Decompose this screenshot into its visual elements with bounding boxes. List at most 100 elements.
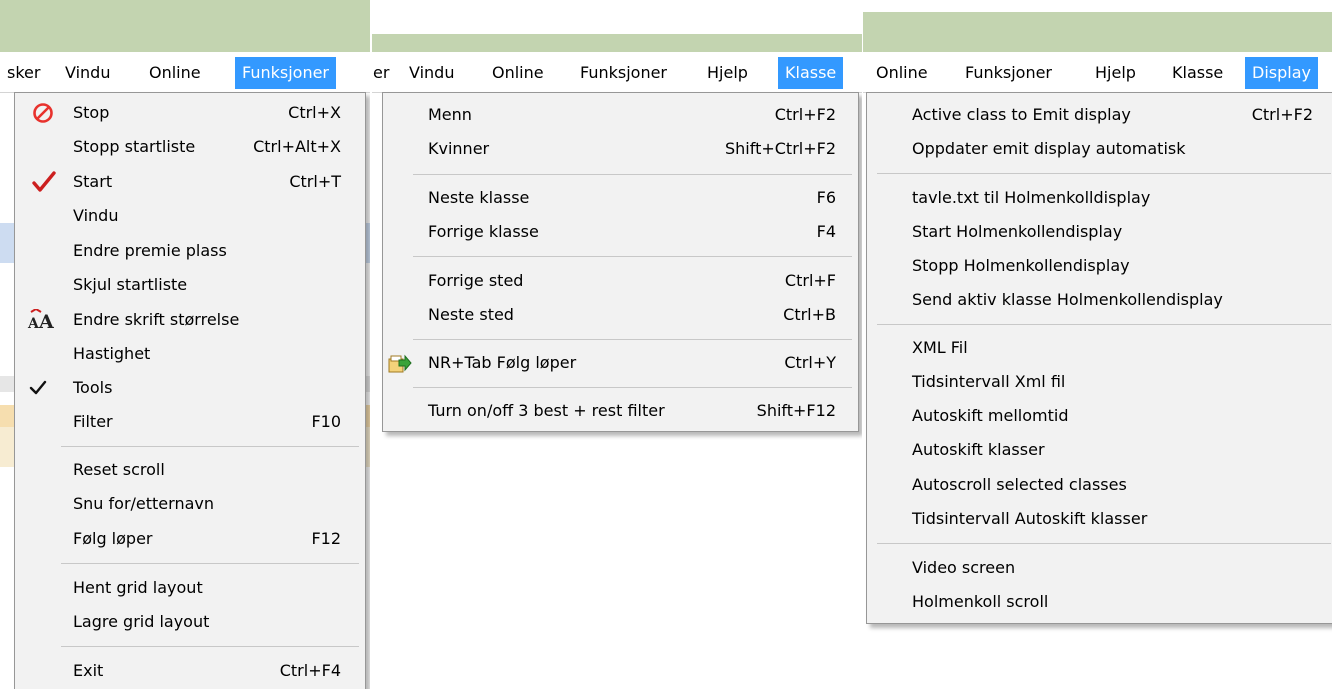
menu-item-tavle-txt[interactable]: tavle.txt til Holmenkolldisplay [867, 181, 1332, 215]
menu-item-autoskift-mellomtid[interactable]: Autoskift mellomtid [867, 399, 1332, 433]
menu-item-folg-loper[interactable]: Følg løper F12 [15, 522, 365, 556]
menu-item-shortcut: Ctrl+X [288, 103, 341, 122]
menu-item-endre-skrift-storrelse[interactable]: A A Endre skrift størrelse [15, 303, 365, 337]
menu-item-forrige-sted[interactable]: Forrige sted Ctrl+F [383, 264, 858, 298]
menu-item-label: Forrige klasse [428, 222, 539, 241]
menu-funksjoner[interactable]: Funksjoner [958, 57, 1059, 89]
menu-item-tools[interactable]: Tools [15, 371, 365, 405]
menu-item-label: tavle.txt til Holmenkolldisplay [912, 188, 1151, 207]
menu-item-shortcut: F10 [311, 412, 341, 431]
menu-item-neste-sted[interactable]: Neste sted Ctrl+B [383, 298, 858, 332]
menu-separator [413, 339, 852, 340]
menu-item-label: Send aktiv klasse Holmenkollendisplay [912, 290, 1223, 309]
menu-klasse[interactable]: Klasse [1165, 57, 1230, 89]
menu-item-tidsintervall-xml-fil[interactable]: Tidsintervall Xml fil [867, 365, 1332, 399]
menu-online[interactable]: Online [142, 57, 208, 89]
menu-item-autoskift-klasser[interactable]: Autoskift klasser [867, 433, 1332, 467]
menu-item-label: Active class to Emit display [912, 105, 1131, 124]
menu-item-label: Filter [73, 412, 113, 431]
window-title-bar [863, 12, 1332, 52]
follow-runner-icon [388, 354, 412, 373]
menu-online[interactable]: Online [869, 57, 935, 89]
menu-item-label: Tidsintervall Autoskift klasser [912, 509, 1148, 528]
menu-funksjoner[interactable]: Funksjoner [235, 57, 337, 89]
menu-item-shortcut: Ctrl+Y [784, 353, 836, 372]
menu-item-label: Video screen [912, 558, 1016, 577]
menu-item-stop[interactable]: Stop Ctrl+X [15, 96, 365, 130]
menu-item-shortcut: Shift+F12 [756, 401, 836, 420]
menu-separator [413, 174, 852, 175]
menu-display[interactable]: Display [1245, 57, 1318, 89]
menu-separator [61, 446, 359, 447]
menu-item-forrige-klasse[interactable]: Forrige klasse F4 [383, 215, 858, 249]
menu-item-label: Lagre grid layout [73, 612, 210, 631]
menu-item-reset-scroll[interactable]: Reset scroll [15, 453, 365, 487]
menu-item-label: Turn on/off 3 best + rest filter [428, 401, 665, 420]
menu-klasse[interactable]: Klasse [778, 57, 844, 89]
menu-item-active-class-to-emit[interactable]: Active class to Emit display Ctrl+F2 [867, 98, 1332, 132]
menu-item-hent-grid-layout[interactable]: Hent grid layout [15, 571, 365, 605]
menu-item-shortcut: Ctrl+F2 [774, 105, 836, 124]
menu-item-snu-for-etternavn[interactable]: Snu for/etternavn [15, 487, 365, 521]
menu-item-label: Exit [73, 661, 104, 680]
menu-item-shortcut: F12 [311, 529, 341, 548]
menu-bar: Online Funksjoner Hjelp Klasse Display [863, 52, 1332, 93]
menu-item-label: Følg løper [73, 529, 153, 548]
menu-item-tidsintervall-autoskift[interactable]: Tidsintervall Autoskift klasser [867, 502, 1332, 536]
menu-item-label: Forrige sted [428, 271, 524, 290]
menu-item-nr-tab-folg-loper[interactable]: NR+Tab Følg løper Ctrl+Y [383, 346, 858, 380]
menu-item-start-holmenkollendisplay[interactable]: Start Holmenkollendisplay [867, 215, 1332, 249]
menu-item-send-aktiv-klasse[interactable]: Send aktiv klasse Holmenkollendisplay [867, 283, 1332, 317]
menu-item-label: Autoskift mellomtid [912, 406, 1069, 425]
menu-separator [61, 563, 359, 564]
menu-item-holmenkoll-scroll[interactable]: Holmenkoll scroll [867, 585, 1332, 619]
menu-item-stopp-holmenkollendisplay[interactable]: Stopp Holmenkollendisplay [867, 249, 1332, 283]
menu-item-label: Skjul startliste [73, 275, 188, 294]
menu-item-vindu[interactable]: Vindu [15, 199, 365, 233]
screenshot-panel-klasse: er Vindu Online Funksjoner Hjelp Klasse … [372, 0, 862, 440]
menu-item-menn[interactable]: Menn Ctrl+F2 [383, 98, 858, 132]
menu-item-autoscroll-selected-classes[interactable]: Autoscroll selected classes [867, 468, 1332, 502]
stop-icon [33, 103, 53, 123]
menu-item-shortcut: F4 [816, 222, 836, 241]
menu-item-label: Neste sted [428, 305, 514, 324]
menu-item-kvinner[interactable]: Kvinner Shift+Ctrl+F2 [383, 132, 858, 166]
menu-item-shortcut: Ctrl+F2 [1251, 105, 1313, 124]
menu-item-label: Hent grid layout [73, 578, 203, 597]
menu-item-neste-klasse[interactable]: Neste klasse F6 [383, 181, 858, 215]
menu-vindu[interactable]: Vindu [58, 57, 117, 89]
menu-item-label: Start Holmenkollendisplay [912, 222, 1123, 241]
menu-item-label: Reset scroll [73, 460, 165, 479]
menu-item-filter[interactable]: Filter F10 [15, 405, 365, 439]
menu-item-turn-on-off-filter[interactable]: Turn on/off 3 best + rest filter Shift+F… [383, 394, 858, 428]
menu-item-label: Holmenkoll scroll [912, 592, 1049, 611]
menu-item-skjul-startliste[interactable]: Skjul startliste [15, 268, 365, 302]
menu-item-xml-fil[interactable]: XML Fil [867, 331, 1332, 365]
menu-item-label: Kvinner [428, 139, 490, 158]
menu-item-shortcut: Ctrl+F4 [279, 661, 341, 680]
menu-truncated[interactable]: er [372, 57, 396, 89]
menu-item-shortcut: Ctrl+T [289, 172, 341, 191]
menu-vindu[interactable]: Vindu [402, 57, 461, 89]
menu-online[interactable]: Online [485, 57, 551, 89]
menu-item-video-screen[interactable]: Video screen [867, 551, 1332, 585]
menu-item-shortcut: Ctrl+F [784, 271, 836, 290]
menu-item-shortcut: Ctrl+Alt+X [253, 137, 341, 156]
menu-item-hastighet[interactable]: Hastighet [15, 337, 365, 371]
menu-item-exit[interactable]: Exit Ctrl+F4 [15, 654, 365, 688]
menu-item-lagre-grid-layout[interactable]: Lagre grid layout [15, 605, 365, 639]
menu-item-label: Autoscroll selected classes [912, 475, 1127, 494]
menu-item-start[interactable]: Start Ctrl+T [15, 165, 365, 199]
checkmark-icon [29, 380, 47, 395]
menu-separator [877, 543, 1331, 544]
menu-item-stopp-startliste[interactable]: Stopp startliste Ctrl+Alt+X [15, 130, 365, 164]
menu-item-label: Hastighet [73, 344, 151, 363]
menu-separator [413, 387, 852, 388]
menu-hjelp[interactable]: Hjelp [700, 57, 755, 89]
menu-truncated[interactable]: sker [0, 57, 47, 89]
menu-bar: er Vindu Online Funksjoner Hjelp Klasse [372, 52, 862, 93]
menu-item-oppdater-emit-display[interactable]: Oppdater emit display automatisk [867, 132, 1332, 166]
menu-funksjoner[interactable]: Funksjoner [573, 57, 674, 89]
menu-item-endre-premie-plass[interactable]: Endre premie plass [15, 234, 365, 268]
menu-hjelp[interactable]: Hjelp [1088, 57, 1143, 89]
